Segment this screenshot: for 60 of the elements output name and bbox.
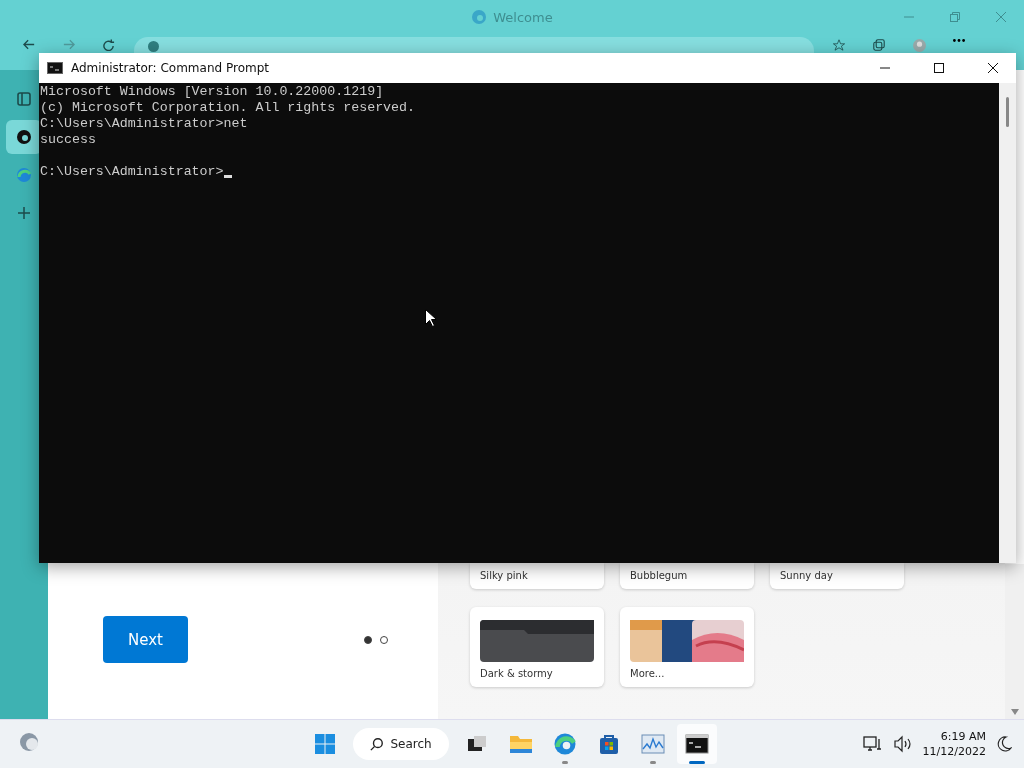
browser-logo-icon: [16, 129, 32, 145]
theme-label: Bubblegum: [630, 570, 689, 581]
moon-icon: [996, 735, 1012, 753]
console-line: C:\Users\Administrator>: [40, 164, 998, 180]
back-arrow-icon: [23, 39, 35, 50]
search-button[interactable]: Search: [353, 728, 449, 760]
theme-card[interactable]: Silky pink: [470, 563, 604, 589]
sidebar-item[interactable]: [6, 120, 42, 154]
terminal-icon: [685, 734, 709, 754]
theme-label: Silky pink: [480, 570, 529, 581]
console-line: (c) Microsoft Corporation. All rights reserved.: [40, 100, 417, 116]
browser-logo-icon: [471, 9, 488, 25]
pager-dot[interactable]: [364, 635, 372, 644]
terminal-icon: [47, 62, 63, 74]
search-icon: [370, 737, 385, 751]
activity-chart-icon: [641, 733, 665, 755]
mouse-pointer-icon: [425, 309, 436, 327]
dark-theme-preview-icon: [480, 620, 594, 662]
console-line: Microsoft Windows [Version 10.0.22000.1219]: [40, 84, 385, 100]
tabs-icon: [16, 91, 32, 107]
theme-card[interactable]: Bubblegum: [620, 563, 754, 589]
taskbar-app[interactable]: [677, 724, 717, 764]
console-line: success: [40, 132, 97, 148]
window-title: Welcome: [493, 9, 553, 25]
refresh-icon: [103, 39, 115, 51]
close-icon: [996, 12, 1006, 22]
folder-icon: [509, 733, 533, 755]
speaker-icon: [892, 735, 913, 753]
console-line: C:\Users\Administrator>net: [40, 116, 249, 132]
star-icon: [833, 39, 845, 51]
avatar-icon: [912, 39, 926, 52]
clock-date: 11/12/2022: [922, 745, 986, 758]
add-icon: [16, 205, 32, 221]
scroll-down-icon: [1010, 709, 1019, 715]
browser-logo-icon: [553, 732, 577, 756]
theme-label: Sunny day: [780, 570, 834, 581]
browser-logo-icon: [16, 167, 32, 183]
theme-card[interactable]: Dark & stormy: [470, 607, 604, 687]
theme-previews-icon: [630, 620, 744, 662]
collections-icon: [873, 39, 885, 51]
weather-icon: [18, 731, 40, 753]
windows-logo-icon: [314, 733, 336, 755]
close-icon: [988, 63, 998, 73]
more-icon: [953, 39, 965, 42]
theme-card[interactable]: More...: [620, 607, 754, 687]
restore-icon: [950, 12, 960, 22]
maximize-icon: [934, 63, 944, 73]
clock-time: 6:19 AM: [940, 730, 986, 743]
forward-arrow-icon: [63, 39, 75, 50]
network-icon: [862, 735, 883, 753]
window-title: Administrator: Command Prompt: [71, 61, 270, 75]
theme-card[interactable]: Sunny day: [770, 563, 904, 589]
browser-logo-icon: [148, 41, 159, 52]
pager-dot[interactable]: [380, 635, 388, 644]
scrollbar[interactable]: [999, 83, 1016, 563]
scrollbar[interactable]: [1005, 564, 1024, 719]
theme-label: Dark & stormy: [480, 668, 554, 679]
theme-label: More...: [630, 668, 666, 679]
store-bag-icon: [598, 733, 620, 755]
next-button[interactable]: Next: [103, 616, 188, 663]
